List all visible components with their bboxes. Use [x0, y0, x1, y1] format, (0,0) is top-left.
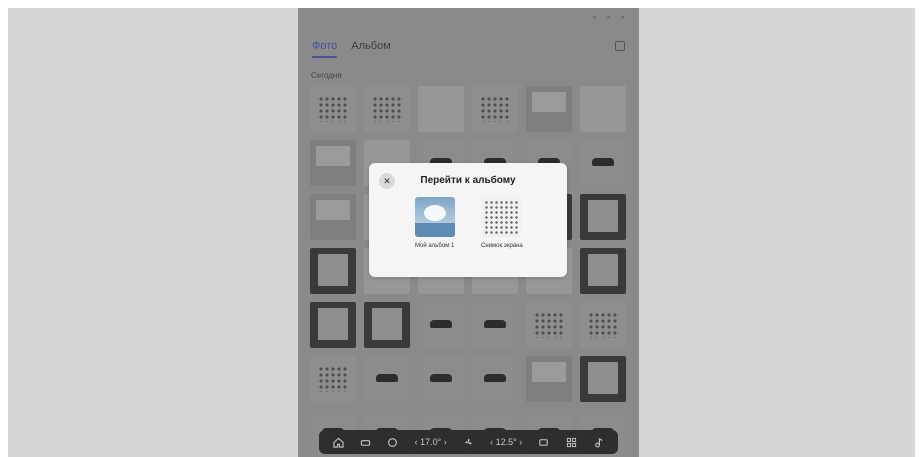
photo-thumbnail[interactable] [526, 86, 572, 132]
status-bar: ● ● ● [592, 14, 625, 21]
photo-thumbnail[interactable] [418, 302, 464, 348]
temp-right-control[interactable]: ‹ 12.5° › [490, 437, 522, 447]
apps-icon[interactable] [566, 437, 577, 448]
photo-thumbnail[interactable] [364, 356, 410, 402]
album-label: Мой альбом 1 [415, 243, 455, 249]
music-icon[interactable] [593, 437, 604, 448]
photo-thumbnail[interactable] [580, 194, 626, 240]
temp-left-value: 17.0° [420, 437, 442, 447]
photo-thumbnail[interactable] [580, 248, 626, 294]
section-today-label: Сегодня [311, 71, 342, 80]
temp-right-value: 12.5° [495, 437, 517, 447]
go-to-album-dialog: ✕ Перейти к альбому Мой альбом 1 Снимок … [369, 163, 567, 277]
photo-thumbnail[interactable] [310, 194, 356, 240]
photo-thumbnail[interactable] [364, 302, 410, 348]
car-icon[interactable] [360, 437, 371, 448]
photo-thumbnail[interactable] [526, 356, 572, 402]
photo-thumbnail[interactable] [364, 86, 410, 132]
battery-icon: ● [620, 14, 625, 21]
layout-toggle-icon[interactable] [615, 41, 625, 51]
photo-thumbnail[interactable] [310, 248, 356, 294]
temp-left-control[interactable]: ‹ 17.0° › [415, 437, 447, 447]
album-thumbnail-screenshots[interactable] [481, 197, 521, 237]
steering-heat-icon[interactable] [387, 437, 398, 448]
photo-thumbnail[interactable] [418, 86, 464, 132]
dialog-title: Перейти к альбому [420, 175, 516, 186]
photo-thumbnail[interactable] [580, 302, 626, 348]
photo-thumbnail[interactable] [580, 356, 626, 402]
photo-thumbnail[interactable] [310, 356, 356, 402]
photo-thumbnail[interactable] [472, 302, 518, 348]
photo-thumbnail[interactable] [310, 302, 356, 348]
album-thumbnail-sky[interactable] [415, 197, 455, 237]
photo-thumbnail[interactable] [310, 86, 356, 132]
fan-icon[interactable] [463, 437, 474, 448]
photo-thumbnail[interactable] [418, 356, 464, 402]
home-icon[interactable] [333, 437, 344, 448]
bottom-dock: ‹ 17.0° › ‹ 12.5° › [319, 430, 618, 454]
tab-bar: Фото Альбом [312, 40, 391, 58]
signal-icon: ● [592, 14, 597, 21]
photo-thumbnail[interactable] [526, 302, 572, 348]
album-label: Снимок экрана [481, 243, 523, 249]
tab-album[interactable]: Альбом [351, 40, 390, 52]
photo-thumbnail[interactable] [580, 140, 626, 186]
wifi-icon: ● [606, 14, 611, 21]
tab-photos[interactable]: Фото [312, 40, 338, 58]
album-item-my-album[interactable]: Мой альбом 1 [415, 197, 461, 250]
photo-thumbnail[interactable] [472, 86, 518, 132]
photo-thumbnail[interactable] [580, 86, 626, 132]
photo-thumbnail[interactable] [472, 356, 518, 402]
photo-thumbnail[interactable] [310, 140, 356, 186]
seat-heat-icon[interactable] [538, 437, 549, 448]
album-item-screenshots[interactable]: Снимок экрана [481, 197, 527, 250]
